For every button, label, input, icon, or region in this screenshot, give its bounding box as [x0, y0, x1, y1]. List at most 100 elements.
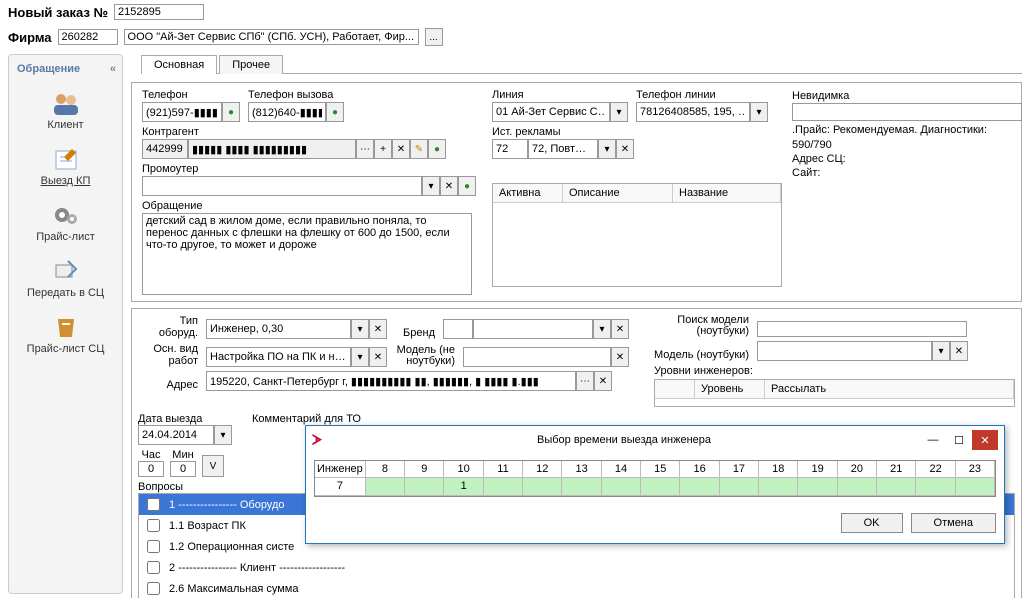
- tab-main[interactable]: Основная: [141, 55, 217, 74]
- firm-code-input[interactable]: [58, 29, 118, 45]
- model-nl-clear-button[interactable]: ✕: [611, 347, 629, 367]
- maximize-button[interactable]: ☐: [946, 430, 972, 450]
- brand-clear-button[interactable]: ✕: [611, 319, 629, 339]
- question-checkbox[interactable]: [147, 582, 160, 595]
- model-nl-input[interactable]: [463, 347, 611, 367]
- hour-header: 23: [956, 461, 995, 478]
- invisible-input[interactable]: [792, 103, 1022, 121]
- time-cell[interactable]: [680, 478, 719, 496]
- time-cell[interactable]: [523, 478, 562, 496]
- firm-more-button[interactable]: ...: [425, 28, 443, 46]
- time-cell[interactable]: [405, 478, 444, 496]
- line-phone-dropdown-icon[interactable]: ▾: [750, 102, 768, 122]
- comment-label: Комментарий для ТО: [252, 413, 361, 425]
- promoter-input[interactable]: [142, 176, 422, 196]
- close-button[interactable]: ✕: [972, 430, 998, 450]
- model-search-input[interactable]: [757, 321, 967, 337]
- col-desc: Описание: [563, 184, 673, 202]
- date-dropdown-icon[interactable]: ▾: [214, 425, 232, 445]
- contragent-browse-button[interactable]: ⋯: [356, 139, 374, 159]
- adsource-code[interactable]: [492, 139, 528, 159]
- hour-header: 9: [405, 461, 444, 478]
- ok-button[interactable]: OK: [841, 513, 903, 533]
- minimize-button[interactable]: —: [920, 430, 946, 450]
- tab-other[interactable]: Прочее: [219, 55, 283, 74]
- time-cell[interactable]: 1: [444, 478, 483, 496]
- time-cell[interactable]: [838, 478, 877, 496]
- adsource-dropdown-icon[interactable]: ▾: [598, 139, 616, 159]
- time-cell[interactable]: [759, 478, 798, 496]
- model-laptop-dropdown[interactable]: ▾: [932, 341, 950, 361]
- hour-header: 21: [877, 461, 916, 478]
- brand-code[interactable]: [443, 319, 473, 339]
- note-icon: [50, 145, 82, 173]
- phone-call-icon[interactable]: ●: [222, 102, 240, 122]
- line-phone-input[interactable]: [636, 102, 750, 122]
- call-phone-call-icon[interactable]: ●: [326, 102, 344, 122]
- time-cell[interactable]: [366, 478, 405, 496]
- dialog-title: Выбор времени выезда инженера: [328, 434, 920, 446]
- line-label: Линия: [492, 89, 628, 101]
- work-clear-button[interactable]: ✕: [369, 347, 387, 367]
- time-cell[interactable]: [484, 478, 523, 496]
- addr-clear-button[interactable]: ✕: [594, 371, 612, 391]
- time-cell[interactable]: [562, 478, 601, 496]
- min-input[interactable]: [170, 461, 196, 477]
- adsource-name[interactable]: [528, 139, 598, 159]
- contragent-edit-button[interactable]: ✎: [410, 139, 428, 159]
- equip-clear-button[interactable]: ✕: [369, 319, 387, 339]
- hour-input[interactable]: [138, 461, 164, 477]
- level-col: Уровень: [695, 380, 765, 398]
- line-dropdown-icon[interactable]: ▾: [610, 102, 628, 122]
- question-row[interactable]: 2 ---------------- Клиент --------------…: [139, 557, 1014, 578]
- sidebar-item-visit[interactable]: Выезд КП: [11, 139, 120, 195]
- time-cell[interactable]: [956, 478, 995, 496]
- time-cell[interactable]: [641, 478, 680, 496]
- contragent-clear-button[interactable]: ✕: [392, 139, 410, 159]
- cancel-button[interactable]: Отмена: [911, 513, 996, 533]
- time-cell[interactable]: [798, 478, 837, 496]
- firm-name-input[interactable]: [124, 29, 419, 45]
- sidebar-item-pricelist[interactable]: Прайс-лист: [11, 195, 120, 251]
- equip-input[interactable]: [206, 319, 351, 339]
- promoter-clear-button[interactable]: ✕: [440, 176, 458, 196]
- promoter-ok-icon[interactable]: ●: [458, 176, 476, 196]
- hour-label: Час: [138, 449, 164, 461]
- time-v-button[interactable]: V: [202, 455, 224, 477]
- question-row[interactable]: 2.6 Максимальная сумма: [139, 578, 1014, 598]
- time-cell[interactable]: [720, 478, 759, 496]
- request-textarea[interactable]: [142, 213, 472, 295]
- addr-browse-button[interactable]: ⋯: [576, 371, 594, 391]
- call-phone-input[interactable]: [248, 102, 326, 122]
- sidebar-collapse-icon[interactable]: «: [110, 63, 116, 75]
- contragent-add-button[interactable]: +: [374, 139, 392, 159]
- time-cell[interactable]: [877, 478, 916, 496]
- brand-input[interactable]: [473, 319, 593, 339]
- date-input[interactable]: [138, 425, 214, 445]
- eng-row-label[interactable]: 7: [315, 478, 366, 496]
- adsource-clear-button[interactable]: ✕: [616, 139, 634, 159]
- question-checkbox[interactable]: [147, 498, 160, 511]
- work-dropdown-icon[interactable]: ▾: [351, 347, 369, 367]
- contragent-ok-icon[interactable]: ●: [428, 139, 446, 159]
- equip-dropdown-icon[interactable]: ▾: [351, 319, 369, 339]
- model-laptop-clear[interactable]: ✕: [950, 341, 968, 361]
- contragent-code: [142, 139, 188, 159]
- work-input[interactable]: [206, 347, 351, 367]
- question-checkbox[interactable]: [147, 561, 160, 574]
- sidebar-item-client[interactable]: Клиент: [11, 83, 120, 139]
- time-cell[interactable]: [916, 478, 955, 496]
- phone-input[interactable]: [142, 102, 222, 122]
- order-no-input[interactable]: [114, 4, 204, 20]
- sidebar-item-transfer[interactable]: Передать в СЦ: [11, 251, 120, 307]
- hour-header: 8: [366, 461, 405, 478]
- question-checkbox[interactable]: [147, 519, 160, 532]
- promoter-dropdown-icon[interactable]: ▾: [422, 176, 440, 196]
- line-input[interactable]: [492, 102, 610, 122]
- model-laptop-input[interactable]: [757, 341, 932, 361]
- addr-input[interactable]: [206, 371, 576, 391]
- question-checkbox[interactable]: [147, 540, 160, 553]
- brand-dropdown-icon[interactable]: ▾: [593, 319, 611, 339]
- time-cell[interactable]: [602, 478, 641, 496]
- sidebar-item-pricelist-sc[interactable]: Прайс-лист СЦ: [11, 307, 120, 363]
